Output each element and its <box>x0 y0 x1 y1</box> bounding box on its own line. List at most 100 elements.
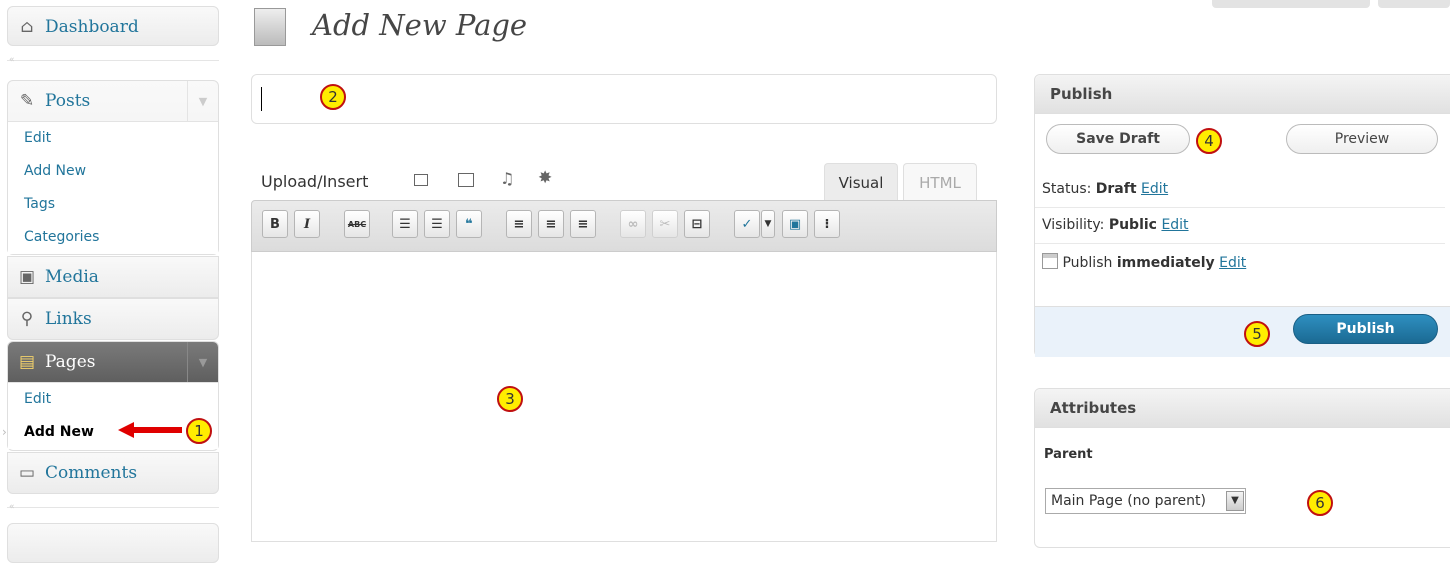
callout-5: 5 <box>1244 321 1270 347</box>
attributes-box-title: Attributes <box>1035 389 1450 428</box>
help-tab[interactable] <box>1378 0 1450 8</box>
page-title: Add New Page <box>312 8 528 42</box>
media-icon: ▣ <box>18 267 36 287</box>
align-center-button[interactable]: ≡ <box>538 210 564 238</box>
posts-toggle-icon[interactable]: ▼ <box>187 81 218 121</box>
insert-link-button[interactable]: ∞ <box>620 210 646 238</box>
spellcheck-button[interactable]: ✓ <box>734 210 760 238</box>
insert-more-button[interactable]: ⊟ <box>684 210 710 238</box>
pages-toggle-icon[interactable]: ▼ <box>187 342 218 382</box>
red-arrow <box>118 422 182 438</box>
publish-date-label: Publish <box>1062 255 1113 271</box>
publish-button[interactable]: Publish <box>1293 314 1438 344</box>
upload-insert-label: Upload/Insert <box>261 172 369 191</box>
divider <box>1035 207 1445 208</box>
current-pointer-icon: › <box>2 425 7 439</box>
menu-media-label: Media <box>45 267 99 287</box>
numbered-list-icon: ☰ <box>431 216 443 232</box>
bullet-list-button[interactable]: ☰ <box>392 210 418 238</box>
menu-media[interactable]: ▣ Media <box>7 256 219 298</box>
submenu-pages-edit[interactable]: Edit <box>8 383 218 416</box>
screen-options-tab[interactable] <box>1212 0 1370 8</box>
italic-button[interactable]: I <box>294 210 320 238</box>
menu-links-label: Links <box>45 309 92 329</box>
parent-select-value: Main Page (no parent) <box>1051 493 1206 509</box>
menu-separator-2 <box>7 507 219 508</box>
fullscreen-icon: ▣ <box>788 216 802 232</box>
parent-select[interactable]: Main Page (no parent) ▼ <box>1045 488 1246 514</box>
submenu-posts-tags[interactable]: Tags <box>8 188 218 221</box>
status-label: Status: <box>1042 181 1092 197</box>
preview-button[interactable]: Preview <box>1286 124 1438 154</box>
collapse-arrow-icon-2[interactable]: « <box>9 502 15 512</box>
bold-button[interactable]: B <box>262 210 288 238</box>
submenu-posts-add-new[interactable]: Add New <box>8 155 218 188</box>
status-edit-link[interactable]: Edit <box>1141 181 1168 197</box>
tab-html-label: HTML <box>919 174 961 192</box>
spellcheck-icon: ✓ <box>741 216 753 232</box>
blockquote-button[interactable]: ❝ <box>456 210 482 238</box>
align-left-button[interactable]: ≡ <box>506 210 532 238</box>
add-image-icon[interactable] <box>414 174 428 186</box>
menu-dashboard[interactable]: ⌂ Dashboard <box>7 6 219 46</box>
add-audio-icon[interactable]: ♫ <box>500 169 514 188</box>
unlink-icon: ✂ <box>659 216 671 232</box>
bullet-list-icon: ☰ <box>399 216 411 232</box>
menu-separator <box>7 60 219 61</box>
publish-date-row: Publish immediately Edit <box>1042 253 1246 271</box>
publish-date-edit-link[interactable]: Edit <box>1219 255 1246 271</box>
kitchen-sink-button[interactable]: ⁝ <box>814 210 840 238</box>
tab-visual[interactable]: Visual <box>824 163 898 202</box>
callout-6: 6 <box>1307 490 1333 516</box>
menu-next[interactable] <box>7 523 219 563</box>
divider <box>1035 243 1445 244</box>
align-left-icon: ≡ <box>513 216 525 232</box>
menu-links[interactable]: ⚲ Links <box>7 298 219 340</box>
menu-comments[interactable]: ▭ Comments <box>7 452 219 494</box>
menu-posts[interactable]: ✎ Posts ▼ Edit Add New Tags Categories <box>7 80 219 255</box>
text-caret <box>261 87 262 111</box>
menu-pages-label: Pages <box>45 352 96 372</box>
strikethrough-button[interactable]: ABC <box>344 210 370 238</box>
menu-comments-label: Comments <box>45 463 138 483</box>
publish-date-value: immediately <box>1116 255 1215 271</box>
title-input[interactable] <box>251 74 997 124</box>
pin-icon: ✎ <box>19 91 35 111</box>
align-right-button[interactable]: ≡ <box>570 210 596 238</box>
parent-label: Parent <box>1044 447 1093 462</box>
visibility-label: Visibility: <box>1042 217 1105 233</box>
add-video-icon[interactable] <box>458 173 474 187</box>
status-row: Status: Draft Edit <box>1042 181 1168 197</box>
editor-toolbar: B I ABC ☰ ☰ ❝ ≡ ≡ ≡ ∞ ✂ ⊟ ✓ ▼ ▣ ⁝ <box>251 200 997 252</box>
visibility-value: Public <box>1108 217 1157 233</box>
add-media-icon[interactable]: ✸ <box>538 168 552 188</box>
callout-2: 2 <box>320 84 346 110</box>
more-tag-icon: ⊟ <box>691 216 703 232</box>
submenu-posts-categories[interactable]: Categories <box>8 221 218 254</box>
kitchen-sink-icon: ⁝ <box>824 216 830 232</box>
home-icon: ⌂ <box>20 17 34 37</box>
align-right-icon: ≡ <box>577 216 589 232</box>
save-draft-button[interactable]: Save Draft <box>1046 124 1190 154</box>
link-icon: ⚲ <box>20 309 34 329</box>
callout-3: 3 <box>497 386 523 412</box>
submenu-posts-edit[interactable]: Edit <box>8 122 218 155</box>
tab-visual-label: Visual <box>838 174 884 192</box>
chevron-down-icon: ▼ <box>764 219 772 229</box>
fullscreen-button[interactable]: ▣ <box>782 210 808 238</box>
visibility-edit-link[interactable]: Edit <box>1161 217 1188 233</box>
content-editor[interactable] <box>251 252 997 542</box>
comment-icon: ▭ <box>18 463 36 483</box>
publish-box-title: Publish <box>1035 75 1450 114</box>
visibility-row: Visibility: Public Edit <box>1042 217 1189 233</box>
callout-1: 1 <box>186 418 212 444</box>
tab-html[interactable]: HTML <box>903 163 977 202</box>
calendar-icon <box>1042 253 1058 269</box>
spellcheck-dropdown-button[interactable]: ▼ <box>761 210 775 238</box>
numbered-list-button[interactable]: ☰ <box>424 210 450 238</box>
collapse-arrow-icon[interactable]: « <box>9 55 15 65</box>
page-icon <box>254 8 286 46</box>
callout-4: 4 <box>1196 128 1222 154</box>
status-value: Draft <box>1095 181 1137 197</box>
unlink-button[interactable]: ✂ <box>652 210 678 238</box>
